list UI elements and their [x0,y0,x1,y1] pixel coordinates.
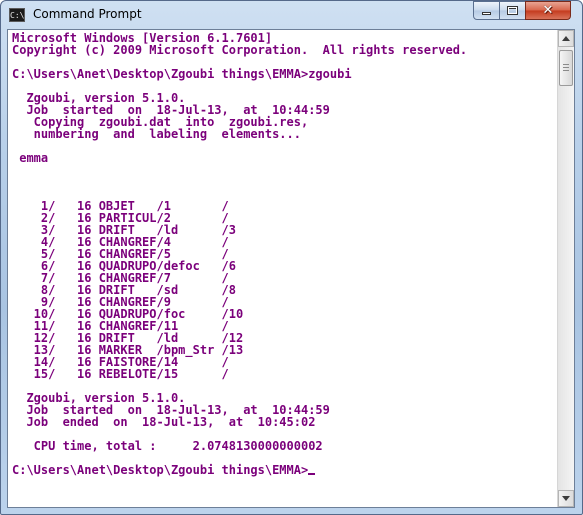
maximize-button[interactable] [499,1,526,20]
thumb-grip-icon [563,67,569,68]
console-line-text: Copyright (c) 2009 Microsoft Corporation… [12,43,468,57]
close-button[interactable]: ✕ [525,1,571,20]
text-cursor [308,473,316,475]
thumb-grip-icon [563,64,569,65]
minimize-button[interactable] [473,1,500,20]
console-line: C:\Users\Anet\Desktop\Zgoubi things\EMMA… [12,464,557,476]
console-line: numbering and labeling elements... [12,128,557,140]
console-line-text: C:\Users\Anet\Desktop\Zgoubi things\EMMA… [12,463,309,477]
console-line-text: numbering and labeling elements... [12,127,301,141]
console-line: C:\Users\Anet\Desktop\Zgoubi things\EMMA… [12,68,557,80]
close-icon: ✕ [542,3,554,18]
console-frame: Microsoft Windows [Version 6.1.7601] Copy… [7,29,575,508]
console-line-text: CPU time, total : 2.0748130000000002 [12,439,323,453]
console-line: Job ended on 18-Jul-13, at 10:45:02 [12,416,557,428]
command-prompt-icon[interactable]: C:\ [9,8,25,22]
console-line: 15/ 16 REBELOTE/15 / [12,368,557,380]
scroll-down-button[interactable] [558,490,574,507]
vertical-scrollbar[interactable] [557,30,574,507]
minimize-icon [482,12,491,15]
console-line: emma [12,152,557,164]
command-prompt-window: C:\ Command Prompt ✕ Microsoft Windows [… [0,0,583,515]
scrollbar-thumb[interactable] [559,50,573,86]
console-output[interactable]: Microsoft Windows [Version 6.1.7601] Copy… [10,32,557,505]
console-line: CPU time, total : 2.0748130000000002 [12,440,557,452]
thumb-grip-icon [563,70,569,71]
console-line: Copyright (c) 2009 Microsoft Corporation… [12,44,557,56]
maximize-icon [507,6,518,15]
console-line-text: emma [12,151,49,165]
console-line-text: 15/ 16 REBELOTE/15 / [12,367,229,381]
scroll-up-button[interactable] [558,30,574,47]
title-bar[interactable]: C:\ Command Prompt ✕ [1,1,582,29]
scroll-up-arrow-icon [562,36,570,41]
console-line-text: Job ended on 18-Jul-13, at 10:45:02 [12,415,316,429]
window-title: Command Prompt [33,7,142,21]
console-line-text: C:\Users\Anet\Desktop\Zgoubi things\EMMA… [12,67,352,81]
scroll-down-arrow-icon [562,496,570,501]
